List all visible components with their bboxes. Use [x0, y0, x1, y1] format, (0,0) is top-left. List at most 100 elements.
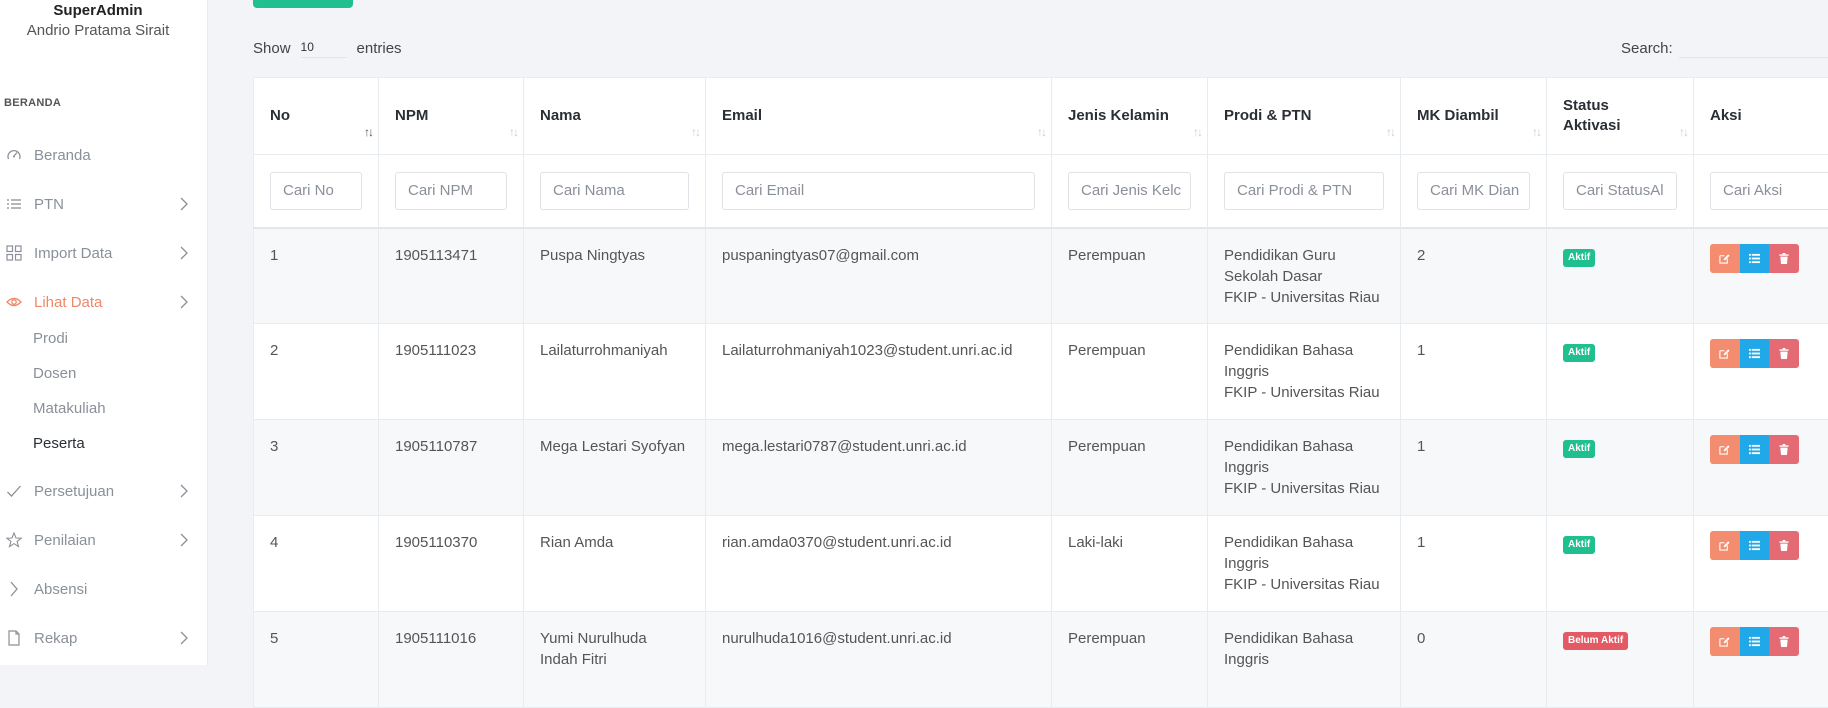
sidebar-subitem-prodi[interactable]: Prodi [33, 330, 68, 347]
cell-no: 2 [254, 324, 379, 420]
sidebar-subitem-peserta[interactable]: Peserta [33, 435, 85, 452]
star-icon [6, 532, 22, 548]
filter-input-mk-diambil[interactable]: Cari MK Dian [1417, 172, 1530, 210]
sort-icon: ↑↓ [1532, 122, 1540, 142]
list-icon [1749, 636, 1760, 647]
column-header-npm[interactable]: NPM↑↓ [379, 78, 524, 155]
list-icon [6, 196, 22, 212]
column-header-no[interactable]: No↑↓ [254, 78, 379, 155]
edit-icon [1719, 444, 1730, 455]
filter-input-status-aktivasi[interactable]: Cari StatusAl [1563, 172, 1677, 210]
column-header-mk-diambil[interactable]: MK Diambil↑↓ [1401, 78, 1547, 155]
cell-prodi-ptn: Pendidikan BahasaInggrisFKIP - Universit… [1208, 516, 1401, 612]
sidebar-item-beranda[interactable]: Beranda [0, 141, 200, 169]
chevron-right-icon [180, 533, 188, 551]
cell-mk-diambil: 1 [1401, 516, 1547, 612]
entries-select[interactable]: 10 [301, 38, 347, 58]
delete-button[interactable] [1769, 435, 1799, 464]
sidebar-subitem-dosen[interactable]: Dosen [33, 365, 76, 382]
sidebar-subitem-matakuliah[interactable]: Matakuliah [33, 400, 106, 417]
edit-icon [1719, 253, 1730, 264]
detail-button[interactable] [1740, 435, 1770, 464]
cell-no: 3 [254, 420, 379, 516]
data-table: No↑↓ NPM↑↓ Nama↑↓ Email↑↓ Jenis Kelamin↑… [253, 77, 1828, 708]
action-group [1710, 531, 1799, 560]
sidebar-item-lihat-data[interactable]: Lihat Data [0, 288, 200, 316]
sidebar-item-absensi[interactable]: Absensi [0, 575, 200, 603]
delete-button[interactable] [1769, 531, 1799, 560]
action-group [1710, 435, 1799, 464]
trash-icon [1779, 348, 1789, 359]
search-label: Search: [1621, 40, 1673, 57]
sidebar-item-import-data[interactable]: Import Data [0, 239, 200, 267]
chevron-right-icon [180, 295, 188, 313]
main-content: Show 10 entries Search: No↑↓ NPM↑↓ Nama↑… [208, 0, 1828, 665]
edit-button[interactable] [1710, 627, 1740, 656]
cell-nama: Mega Lestari Syofyan [524, 420, 706, 516]
sidebar-item-label: Penilaian [34, 532, 96, 549]
edit-button[interactable] [1710, 244, 1740, 273]
filter-input-jenis-kelamin[interactable]: Cari Jenis Kelc [1068, 172, 1191, 210]
detail-button[interactable] [1740, 627, 1770, 656]
cell-mk-diambil: 2 [1401, 228, 1547, 324]
cell-email: mega.lestari0787@student.unri.ac.id [706, 420, 1052, 516]
sidebar-item-rekap[interactable]: Rekap [0, 624, 200, 652]
column-header-prodi-ptn[interactable]: Prodi & PTN↑↓ [1208, 78, 1401, 155]
cell-aksi [1694, 228, 1828, 324]
cell-email: puspaningtyas07@gmail.com [706, 228, 1052, 324]
edit-button[interactable] [1710, 435, 1740, 464]
detail-button[interactable] [1740, 244, 1770, 273]
delete-button[interactable] [1769, 627, 1799, 656]
sort-icon: ↑↓ [509, 122, 517, 142]
edit-button[interactable] [1710, 531, 1740, 560]
filter-input-prodi-ptn[interactable]: Cari Prodi & PTN [1224, 172, 1384, 210]
column-header-jenis-kelamin[interactable]: Jenis Kelamin↑↓ [1052, 78, 1208, 155]
chevron-right-icon [180, 246, 188, 264]
action-group [1710, 339, 1799, 368]
column-header-status-aktivasi[interactable]: StatusAktivasi↑↓ [1547, 78, 1694, 155]
show-label: Show [253, 40, 291, 57]
delete-button[interactable] [1769, 339, 1799, 368]
entries-label: entries [357, 40, 402, 57]
column-header-aksi[interactable]: Aksi [1694, 78, 1828, 155]
edit-icon [1719, 348, 1730, 359]
user-role: SuperAdmin [0, 2, 196, 19]
sidebar-item-persetujuan[interactable]: Persetujuan [0, 477, 200, 505]
cell-npm: 1905113471 [379, 228, 524, 324]
filter-input-email[interactable]: Cari Email [722, 172, 1035, 210]
cell-nama: Lailaturrohmaniyah [524, 324, 706, 420]
status-badge: Aktif [1563, 249, 1595, 267]
filter-input-npm[interactable]: Cari NPM [395, 172, 507, 210]
chevron-right-icon [180, 197, 188, 215]
cell-prodi-ptn: Pendidikan BahasaInggris [1208, 612, 1401, 708]
cell-npm: 1905110787 [379, 420, 524, 516]
search-input[interactable] [1679, 38, 1828, 58]
cell-status: Aktif [1547, 420, 1694, 516]
cell-prodi-ptn: Pendidikan BahasaInggrisFKIP - Universit… [1208, 324, 1401, 420]
edit-button[interactable] [1710, 339, 1740, 368]
cell-aksi [1694, 420, 1828, 516]
sort-asc-icon: ↑↓ [364, 122, 372, 142]
detail-button[interactable] [1740, 531, 1770, 560]
check-icon [6, 483, 22, 499]
status-badge: Aktif [1563, 536, 1595, 554]
sidebar-item-penilaian[interactable]: Penilaian [0, 526, 200, 554]
status-badge: Aktif [1563, 344, 1595, 362]
add-button[interactable] [253, 0, 353, 8]
sidebar-item-ptn[interactable]: PTN [0, 190, 200, 218]
column-header-nama[interactable]: Nama↑↓ [524, 78, 706, 155]
cell-email: rian.amda0370@student.unri.ac.id [706, 516, 1052, 612]
delete-button[interactable] [1769, 244, 1799, 273]
cell-aksi [1694, 612, 1828, 708]
sort-icon: ↑↓ [1193, 122, 1201, 142]
filter-input-no[interactable]: Cari No [270, 172, 362, 210]
filter-input-aksi[interactable]: Cari Aksi [1710, 172, 1828, 210]
chevron-right-icon [180, 631, 188, 649]
filter-input-nama[interactable]: Cari Nama [540, 172, 689, 210]
column-header-email[interactable]: Email↑↓ [706, 78, 1052, 155]
sidebar: SuperAdmin Andrio Pratama Sirait BERANDA… [0, 0, 208, 665]
detail-button[interactable] [1740, 339, 1770, 368]
cell-aksi [1694, 516, 1828, 612]
table-filter-row: Cari No Cari NPM Cari Nama Cari Email Ca… [254, 155, 1828, 228]
cell-no: 1 [254, 228, 379, 324]
